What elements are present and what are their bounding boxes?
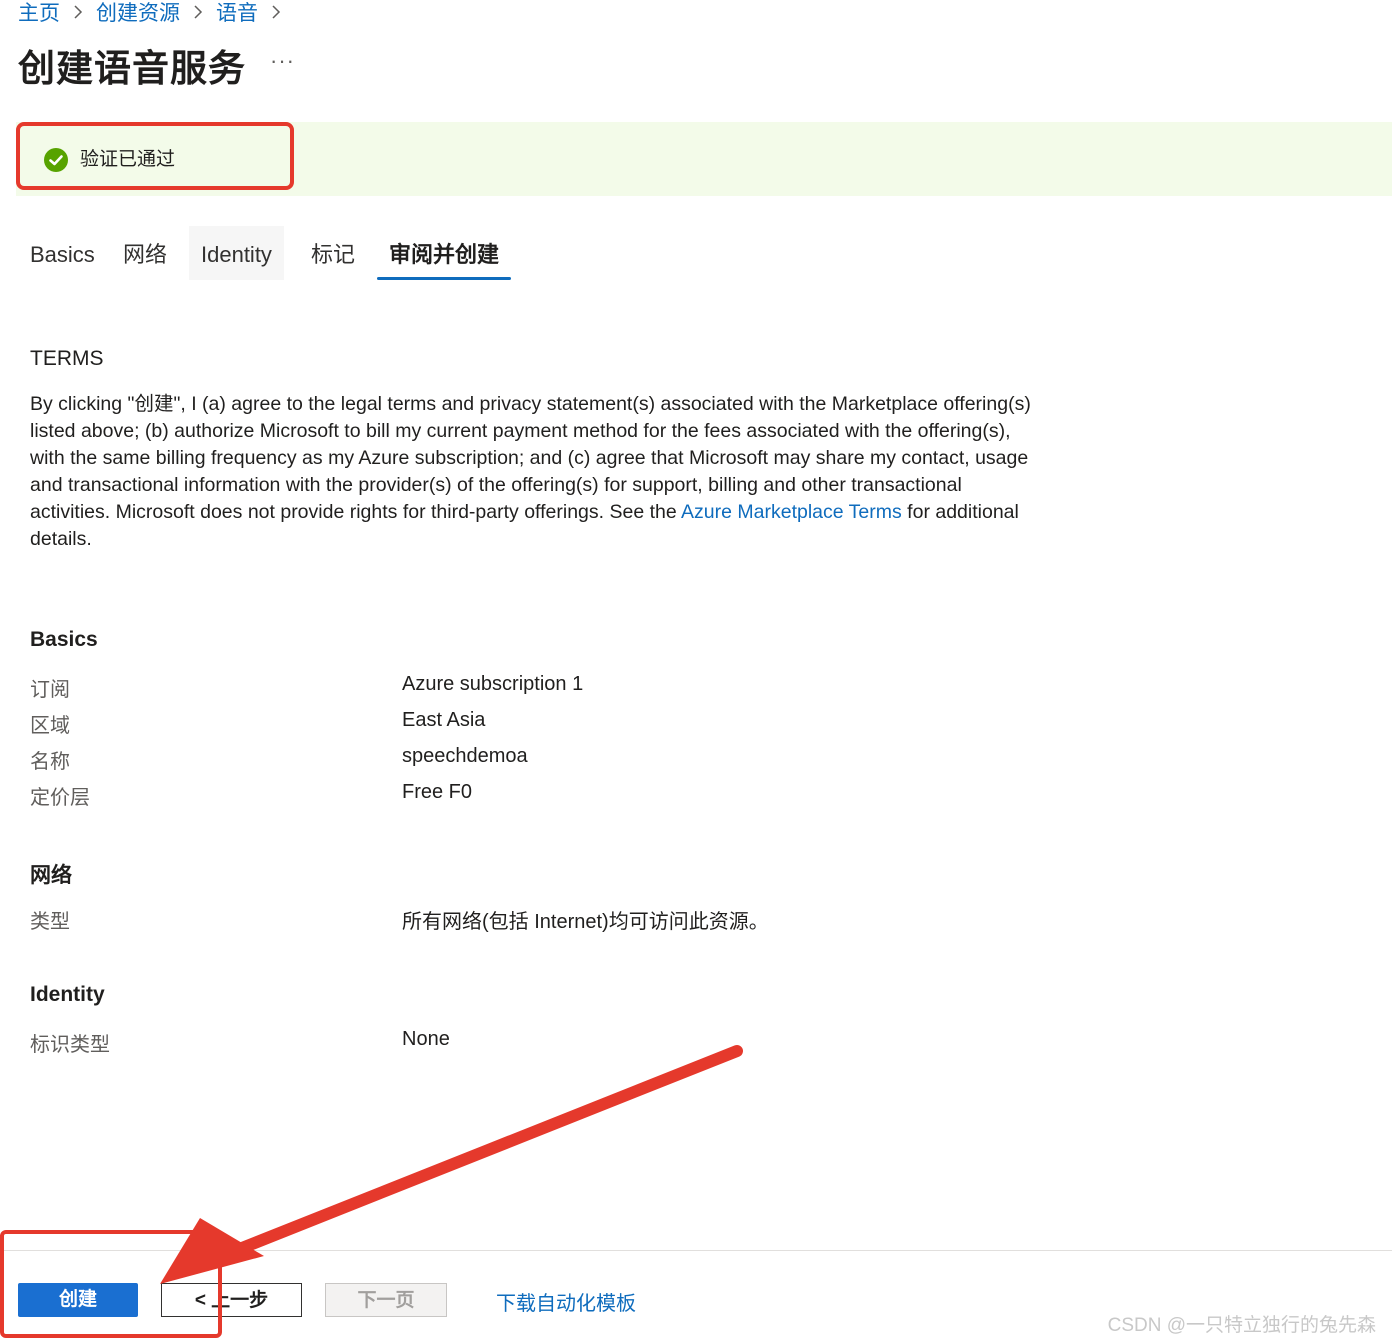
value-identity-type: None <box>402 1028 450 1050</box>
value-network-type: 所有网络(包括 Internet)均可访问此资源。 <box>402 911 769 933</box>
chevron-right-icon <box>70 0 86 24</box>
annotation-arrow <box>160 1045 743 1284</box>
label-name: 名称 <box>30 751 70 773</box>
label-pricing-tier: 定价层 <box>30 787 90 809</box>
value-pricing-tier: Free F0 <box>402 781 473 803</box>
tab-basics[interactable]: Basics <box>18 226 107 280</box>
chevron-right-icon <box>190 0 206 24</box>
annotation-highlight-create <box>0 1230 222 1338</box>
terms-text: By clicking "创建", I (a) agree to the leg… <box>30 391 1040 553</box>
label-network-type: 类型 <box>30 911 70 933</box>
value-name: speechdemoa <box>402 745 528 767</box>
section-title-network: 网络 <box>30 864 72 887</box>
section-title-basics: Basics <box>30 628 98 651</box>
breadcrumb-create-resource-link[interactable]: 创建资源 <box>96 0 180 27</box>
more-options-button[interactable]: ··· <box>270 48 295 74</box>
breadcrumb-speech-link[interactable]: 语音 <box>216 0 258 27</box>
label-region: 区域 <box>30 715 70 737</box>
chevron-right-icon <box>268 0 284 24</box>
download-template-link[interactable]: 下载自动化模板 <box>496 1287 636 1316</box>
annotation-highlight-validation <box>16 122 294 190</box>
watermark: CSDN @一只特立独行的兔先森 <box>1107 1315 1376 1336</box>
azure-marketplace-terms-link[interactable]: Azure Marketplace Terms <box>681 501 902 523</box>
label-identity-type: 标识类型 <box>30 1034 110 1056</box>
tab-network[interactable]: 网络 <box>111 226 179 280</box>
tab-review-create[interactable]: 审阅并创建 <box>377 226 512 280</box>
breadcrumb: 主页 创建资源 语音 <box>18 0 294 27</box>
label-subscription: 订阅 <box>30 679 70 701</box>
terms-heading: TERMS <box>30 347 104 370</box>
section-title-identity: Identity <box>30 983 105 1006</box>
breadcrumb-home-link[interactable]: 主页 <box>18 0 60 27</box>
value-region: East Asia <box>402 709 486 731</box>
tab-tags[interactable]: 标记 <box>299 226 367 280</box>
page-title: 创建语音服务 <box>18 48 246 89</box>
value-subscription: Azure subscription 1 <box>402 673 584 695</box>
tab-identity[interactable]: Identity <box>189 226 284 280</box>
next-button[interactable]: 下一页 <box>325 1283 447 1317</box>
